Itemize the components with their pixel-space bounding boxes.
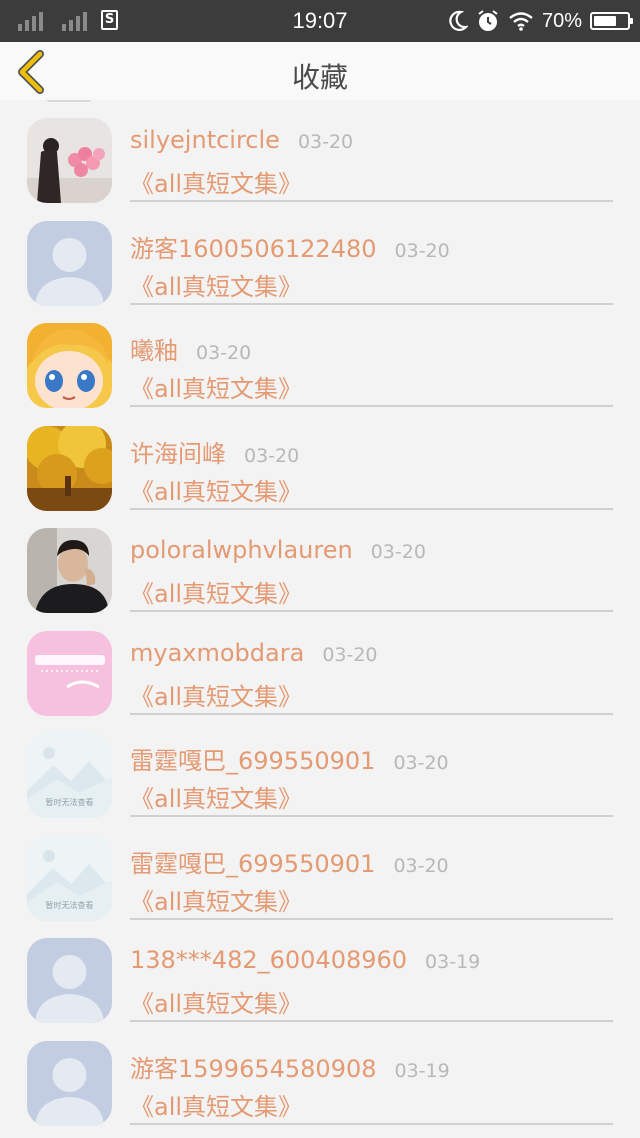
- status-bar: S 19:07 70%: [0, 0, 640, 42]
- image-unavailable-avatar[interactable]: 暂时无法查看: [27, 733, 112, 818]
- alarm-icon: [478, 10, 498, 31]
- list-item[interactable]: myaxmobdara 03-20 《all真短文集》: [0, 613, 640, 716]
- list-item[interactable]: 暂时无法查看 雷霆嘎巴_699550901 03-20 《all真短文集》: [0, 818, 640, 921]
- list-item[interactable]: 许海间峰 03-20 《all真短文集》: [0, 408, 640, 511]
- girl-balloons-avatar[interactable]: [27, 118, 112, 203]
- pink-smile-avatar[interactable]: [27, 630, 112, 716]
- moon-icon: [449, 10, 468, 31]
- username[interactable]: 曦釉: [130, 331, 178, 366]
- list-item[interactable]: poloralwphvlauren 03-20 《all真短文集》: [0, 510, 640, 613]
- list-item[interactable]: 游客1599654580908 03-19 《all真短文集》: [0, 1023, 640, 1126]
- username[interactable]: 许海间峰: [130, 434, 226, 469]
- username[interactable]: 雷霆嘎巴_699550901: [130, 741, 375, 776]
- item-date: 03-20: [244, 444, 300, 467]
- item-date: 03-20: [393, 854, 449, 877]
- nav-header: 收藏: [0, 42, 640, 100]
- image-unavailable-avatar[interactable]: 暂时无法查看: [27, 835, 112, 921]
- wifi-icon: [509, 12, 533, 31]
- username[interactable]: 138***482_600408960: [130, 946, 407, 974]
- item-date: 03-20: [196, 342, 252, 364]
- collection-title[interactable]: 《all真短文集》: [130, 677, 302, 712]
- collection-title[interactable]: 《all真短文集》: [130, 779, 302, 814]
- list-item[interactable]: 138***482_600408960 03-19 《all真短文集》: [0, 920, 640, 1023]
- list-item[interactable]: 暂时无法查看 雷霆嘎巴_699550901 03-20 《all真短文集》: [0, 715, 640, 818]
- favorites-list[interactable]: silyejntcircle 03-20 《all真短文集》 游客1600506…: [0, 100, 640, 1138]
- collection-title[interactable]: 《all真短文集》: [130, 574, 302, 609]
- autumn-tree-avatar[interactable]: [27, 425, 112, 511]
- item-date: 03-20: [297, 131, 354, 153]
- collection-title[interactable]: 《all真短文集》: [130, 164, 302, 199]
- username[interactable]: 游客1600506122480: [130, 229, 377, 264]
- item-date: 03-20: [393, 752, 449, 774]
- default-person-avatar[interactable]: [27, 220, 112, 306]
- username[interactable]: silyejntcircle: [130, 126, 280, 154]
- divider: [130, 1122, 613, 1125]
- collection-title[interactable]: 《all真短文集》: [130, 267, 302, 302]
- collection-title[interactable]: 《all真短文集》: [130, 1087, 302, 1122]
- svg-text:暂时无法查看: 暂时无法查看: [46, 900, 94, 910]
- list-item[interactable]: 游客1600506122480 03-20 《all真短文集》: [0, 203, 640, 306]
- collection-title[interactable]: 《all真短文集》: [130, 472, 302, 507]
- item-date: 03-20: [322, 643, 378, 666]
- man-photo-avatar[interactable]: [27, 528, 112, 613]
- list-item[interactable]: silyejntcircle 03-20 《all真短文集》: [0, 100, 640, 203]
- item-date: 03-19: [394, 1059, 450, 1082]
- item-date: 03-20: [394, 239, 450, 262]
- username[interactable]: 雷霆嘎巴_699550901: [130, 844, 375, 879]
- anime-girl-avatar[interactable]: [27, 323, 112, 408]
- svg-text:暂时无法查看: 暂时无法查看: [46, 797, 94, 807]
- collection-title[interactable]: 《all真短文集》: [130, 882, 302, 917]
- default-person-avatar[interactable]: [27, 938, 112, 1023]
- collection-title[interactable]: 《all真短文集》: [130, 369, 302, 404]
- default-person-avatar[interactable]: [27, 1040, 112, 1126]
- battery-percent: 70%: [541, 9, 582, 32]
- list-item[interactable]: 曦釉 03-20 《all真短文集》: [0, 305, 640, 408]
- username[interactable]: myaxmobdara: [130, 639, 304, 667]
- username[interactable]: 游客1599654580908: [130, 1049, 377, 1084]
- collection-title[interactable]: 《all真短文集》: [130, 984, 302, 1019]
- battery-icon: [590, 12, 633, 30]
- page-title: 收藏: [291, 61, 348, 94]
- item-date: 03-19: [425, 951, 481, 973]
- item-date: 03-20: [370, 541, 426, 563]
- username[interactable]: poloralwphvlauren: [130, 536, 353, 564]
